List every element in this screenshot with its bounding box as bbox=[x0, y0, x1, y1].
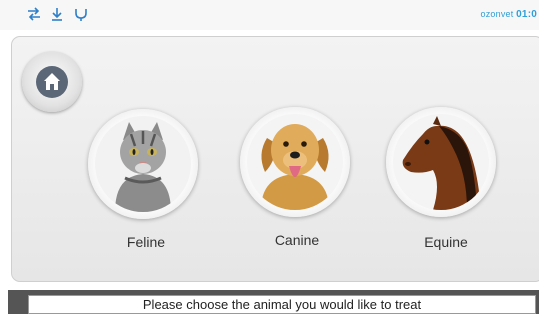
canine-button[interactable] bbox=[240, 107, 350, 217]
equine-label: Equine bbox=[424, 234, 468, 250]
horse-photo bbox=[393, 114, 489, 210]
home-button[interactable] bbox=[22, 52, 82, 112]
status-text: ozonvet 01:0 bbox=[481, 9, 537, 20]
feline-button[interactable] bbox=[88, 109, 198, 219]
dog-photo bbox=[247, 114, 343, 210]
sync-arrows-icon bbox=[26, 6, 42, 22]
canine-label: Canine bbox=[274, 232, 320, 248]
usb-icon bbox=[73, 6, 89, 22]
download-icon bbox=[49, 6, 65, 22]
clock: 01:0 bbox=[516, 9, 537, 20]
equine-button[interactable] bbox=[386, 107, 496, 217]
brand-text: ozonvet bbox=[480, 9, 514, 19]
home-icon bbox=[36, 66, 68, 98]
instruction-prompt: Please choose the animal you would like … bbox=[28, 295, 536, 314]
cat-photo bbox=[95, 116, 191, 212]
feline-label: Feline bbox=[126, 234, 166, 250]
status-bar: ozonvet 01:0 bbox=[0, 0, 539, 30]
